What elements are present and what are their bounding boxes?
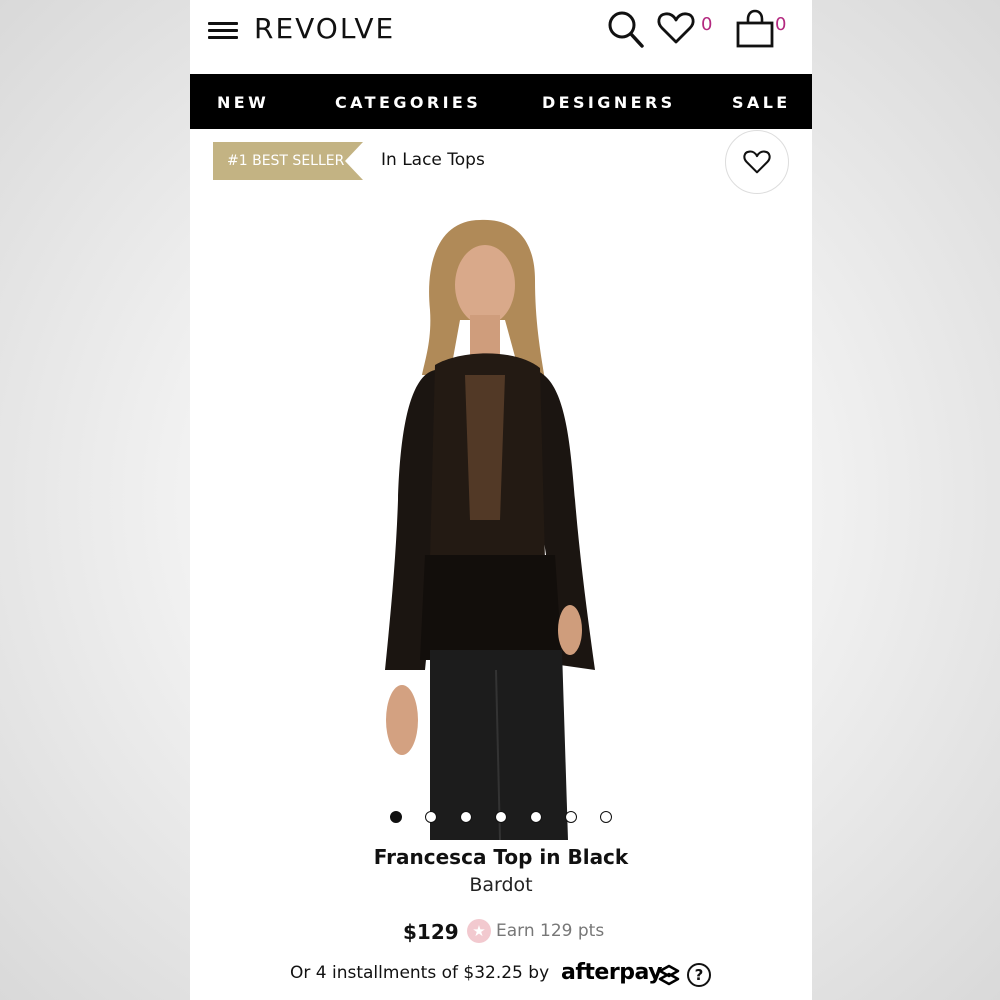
hamburger-menu-icon[interactable] <box>208 20 240 42</box>
wishlist-count: 0 <box>701 14 713 35</box>
designer-link[interactable]: Bardot <box>190 874 812 896</box>
carousel-dot[interactable] <box>460 811 472 823</box>
afterpay-arrows-icon <box>658 964 680 986</box>
star-icon: ★ <box>467 919 491 943</box>
best-seller-badge: #1 BEST SELLER <box>213 142 363 180</box>
wishlist-heart-icon[interactable] <box>656 8 696 48</box>
afterpay-logo: afterpay <box>561 960 662 985</box>
installments-text: Or 4 installments of $32.25 by <box>290 963 550 983</box>
heart-icon <box>743 150 771 174</box>
nav-item-designers[interactable]: DESIGNERS <box>542 93 676 112</box>
image-carousel-dots <box>390 811 620 825</box>
carousel-dot[interactable] <box>530 811 542 823</box>
carousel-dot[interactable] <box>565 811 577 823</box>
product-title: Francesca Top in Black <box>373 845 629 869</box>
carousel-dot[interactable] <box>425 811 437 823</box>
bag-count: 0 <box>775 14 787 35</box>
site-header: REVOLVE 0 0 <box>190 0 812 74</box>
help-icon[interactable]: ? <box>687 963 711 987</box>
carousel-dot[interactable] <box>390 811 402 823</box>
nav-item-sale[interactable]: SALE <box>732 93 791 112</box>
carousel-dot[interactable] <box>600 811 612 823</box>
category-nav: NEW CATEGORIES DESIGNERS SALE <box>190 74 812 129</box>
category-link[interactable]: In Lace Tops <box>381 150 485 170</box>
favorite-button[interactable] <box>725 130 789 194</box>
product-image[interactable] <box>330 200 670 840</box>
shopping-bag-icon[interactable] <box>735 8 775 50</box>
nav-item-categories[interactable]: CATEGORIES <box>335 93 481 112</box>
reward-points: Earn 129 pts <box>496 921 605 941</box>
brand-logo[interactable]: REVOLVE <box>254 12 395 45</box>
product-page: REVOLVE 0 0 NEW CATEGORIES DESIGNERS SAL… <box>190 0 812 1000</box>
search-icon[interactable] <box>606 8 646 50</box>
carousel-dot[interactable] <box>495 811 507 823</box>
product-price: $129 <box>403 920 459 944</box>
nav-item-new[interactable]: NEW <box>217 93 269 112</box>
